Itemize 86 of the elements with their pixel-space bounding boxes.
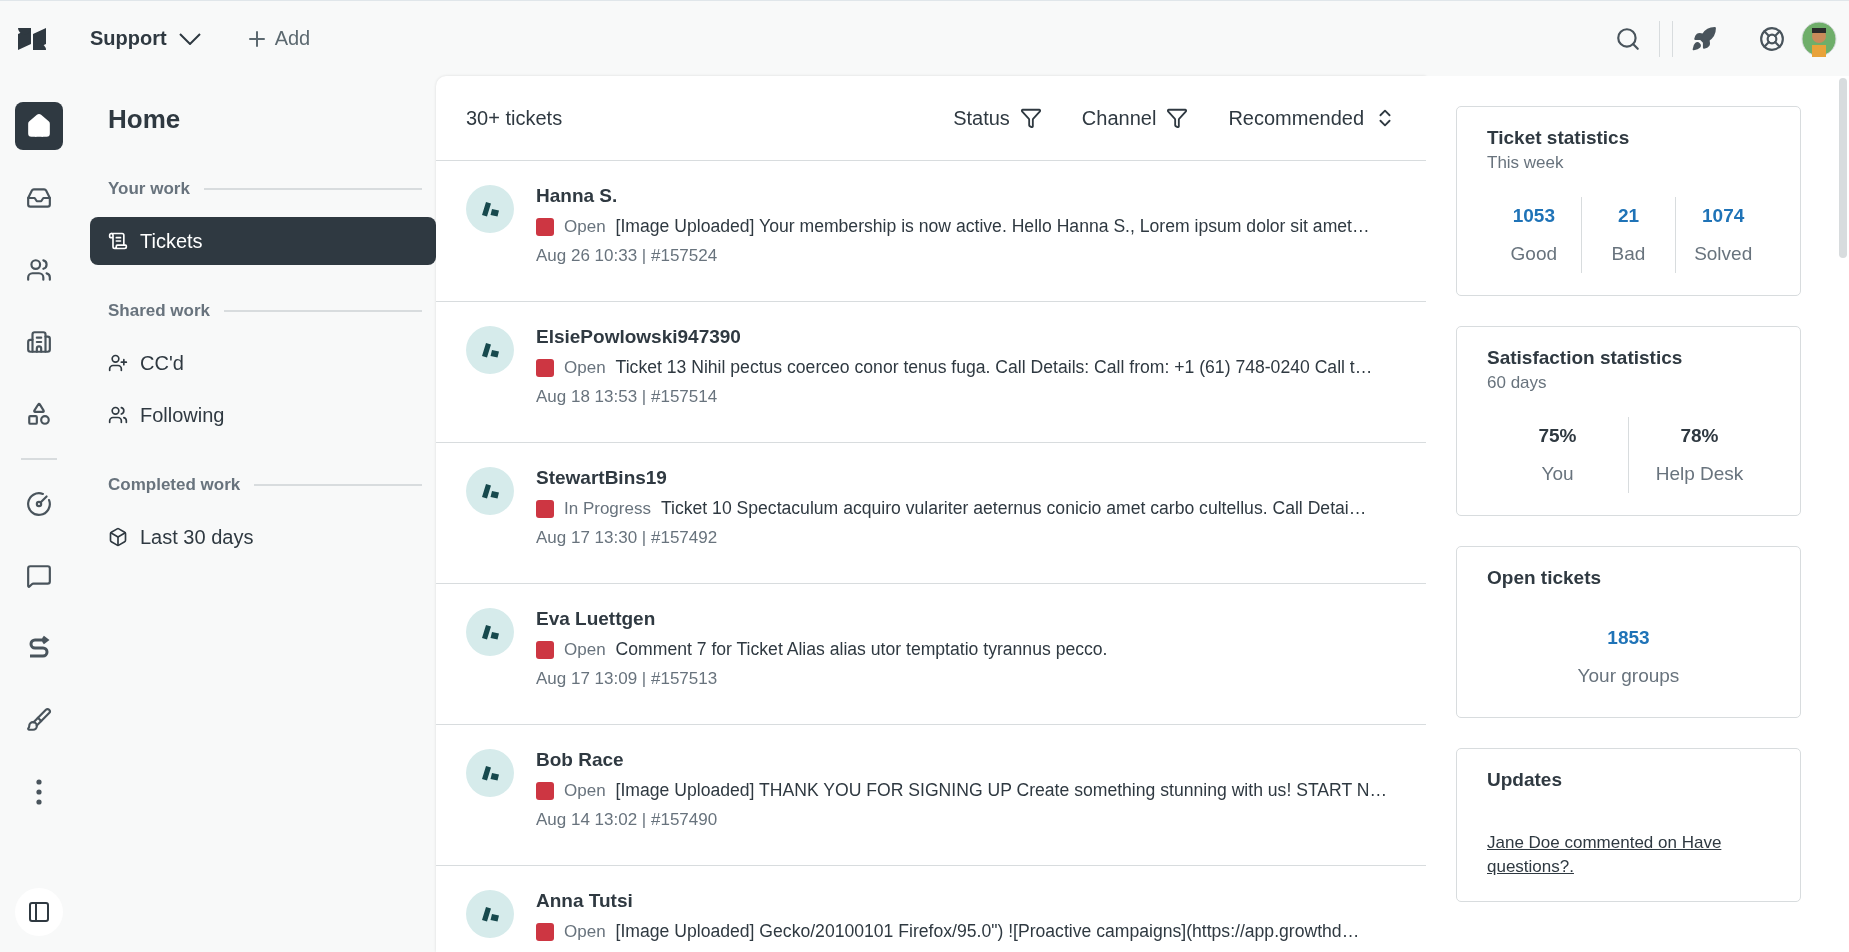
stat-value[interactable]: 1853 [1607,627,1650,649]
lifebuoy-icon [1759,25,1785,52]
users-icon [108,405,128,425]
product-switcher[interactable]: Support [90,27,201,50]
ticket-summary[interactable]: [Image Uploaded] THANK YOU FOR SIGNING UP Create something stunning with us! START N… [615,780,1388,801]
filter-icon [1019,107,1042,129]
page-title: Home [107,104,182,135]
ticket-meta: Aug 14 13:02 | #157490 [536,810,719,830]
stat-label: You [1541,463,1574,485]
rail-nav-button[interactable] [15,102,63,150]
ticket-meta: Aug 18 13:53 | #157514 [536,387,719,407]
chevron-down-icon [178,32,201,45]
filter-button[interactable]: Channel [1081,106,1189,130]
filter-button[interactable]: Status [953,106,1042,130]
requester-avatar [466,749,514,797]
ticket-summary[interactable]: Ticket 13 Nihil pectus coerceo conor tenus fuga. Call Details: Call from: +1 (61) 748-0240 Call t… [615,357,1373,378]
card-title: Updates [1487,769,1563,791]
section-heading: Completed work [108,475,241,495]
panel-toggle-button[interactable] [15,888,63,936]
stat-value: 78% [1680,425,1719,447]
ticket-status: Open [564,357,606,378]
gauge-icon [26,491,52,517]
ticket-summary[interactable]: Comment 7 for Ticket Alias alias utor temptatio tyrannus pecco. [615,639,1108,660]
ticket-status: Open [564,639,606,660]
ticket-summary[interactable]: [Image Uploaded] Your membership is now active. Hello Hanna S., Lorem ipsum dolor sit amet… [615,216,1370,237]
box-icon [108,527,128,547]
stat-value: 75% [1538,425,1577,447]
stat-label: Help Desk [1655,463,1744,485]
user-plus-icon [108,353,128,373]
ticket-meta: Aug 17 13:30 | #157492 [536,528,719,548]
card-subtitle: This week [1487,153,1565,173]
card-title: Open tickets [1487,567,1603,589]
ticket-meta: Aug 26 10:33 | #157524 [536,246,719,266]
section-heading: Shared work [108,301,211,321]
requester-avatar [466,467,514,515]
shapes-icon [26,401,52,427]
requester-name[interactable]: Eva Luettgen [536,608,1108,630]
logo-icon [18,27,46,50]
sort-button[interactable]: Recommended [1228,106,1396,130]
stat-value[interactable]: 21 [1617,205,1640,227]
ticket-status: In Progress [564,498,651,519]
section-heading: Your work [108,179,190,199]
stat-label: Good [1510,243,1558,265]
panel-icon [27,900,51,924]
users-icon [26,257,52,283]
inbox-icon [26,185,52,211]
add-button[interactable]: Add [244,26,311,51]
stat-label: Bad [1611,243,1646,265]
ticket-count: 30+ tickets [466,106,564,130]
nav-item[interactable]: Last 30 days [90,513,436,561]
card-title: Ticket statistics [1487,127,1631,149]
tickets-icon [108,231,128,251]
requester-avatar [466,185,514,233]
requester-name[interactable]: Hanna S. [536,185,1370,207]
nav-item[interactable]: CC'd [90,339,436,387]
ticket-status: Open [564,216,606,237]
stat-label: Solved [1694,243,1753,265]
ticket-summary[interactable]: [Image Uploaded] Gecko/20100101 Firefox/95.0") ![Proactive campaigns](https://app.growthd… [615,921,1360,942]
requester-name[interactable]: Bob Race [536,749,1388,771]
stat-value[interactable]: 1074 [1702,205,1745,227]
update-link[interactable]: Jane Doe commented on Have questions?. [1487,831,1770,879]
user-avatar[interactable] [1801,20,1837,57]
card-subtitle: 60 days [1487,373,1548,393]
scrollbar-thumb[interactable] [1839,78,1847,258]
more-icon [36,779,42,805]
search-icon [1615,25,1641,52]
rocket-icon [1691,25,1717,52]
requester-avatar [466,890,514,938]
requester-avatar [466,608,514,656]
card-title: Satisfaction statistics [1487,347,1684,369]
ticket-summary[interactable]: Ticket 10 Spectaculum acquiro vulariter aeternus conicio amet carbo cultellus. Call Detai… [660,498,1367,519]
requester-name[interactable]: ElsiePowlowski947390 [536,326,1373,348]
stat-label: Your groups [1577,665,1680,687]
requester-name[interactable]: StewartBins19 [536,467,1367,489]
requester-avatar [466,326,514,374]
stat-value[interactable]: 1053 [1512,205,1555,227]
ticket-meta: Aug 17 13:09 | #157513 [536,669,719,689]
home-icon [26,113,52,139]
ticket-status: Open [564,780,606,801]
ticket-status: Open [564,921,606,942]
requester-name[interactable]: Anna Tutsi [536,890,1360,912]
filter-icon [1166,107,1189,129]
building-icon [26,329,52,355]
nav-item[interactable]: Following [90,391,436,439]
broom-icon [26,707,52,733]
nav-item[interactable]: Tickets [90,217,436,265]
